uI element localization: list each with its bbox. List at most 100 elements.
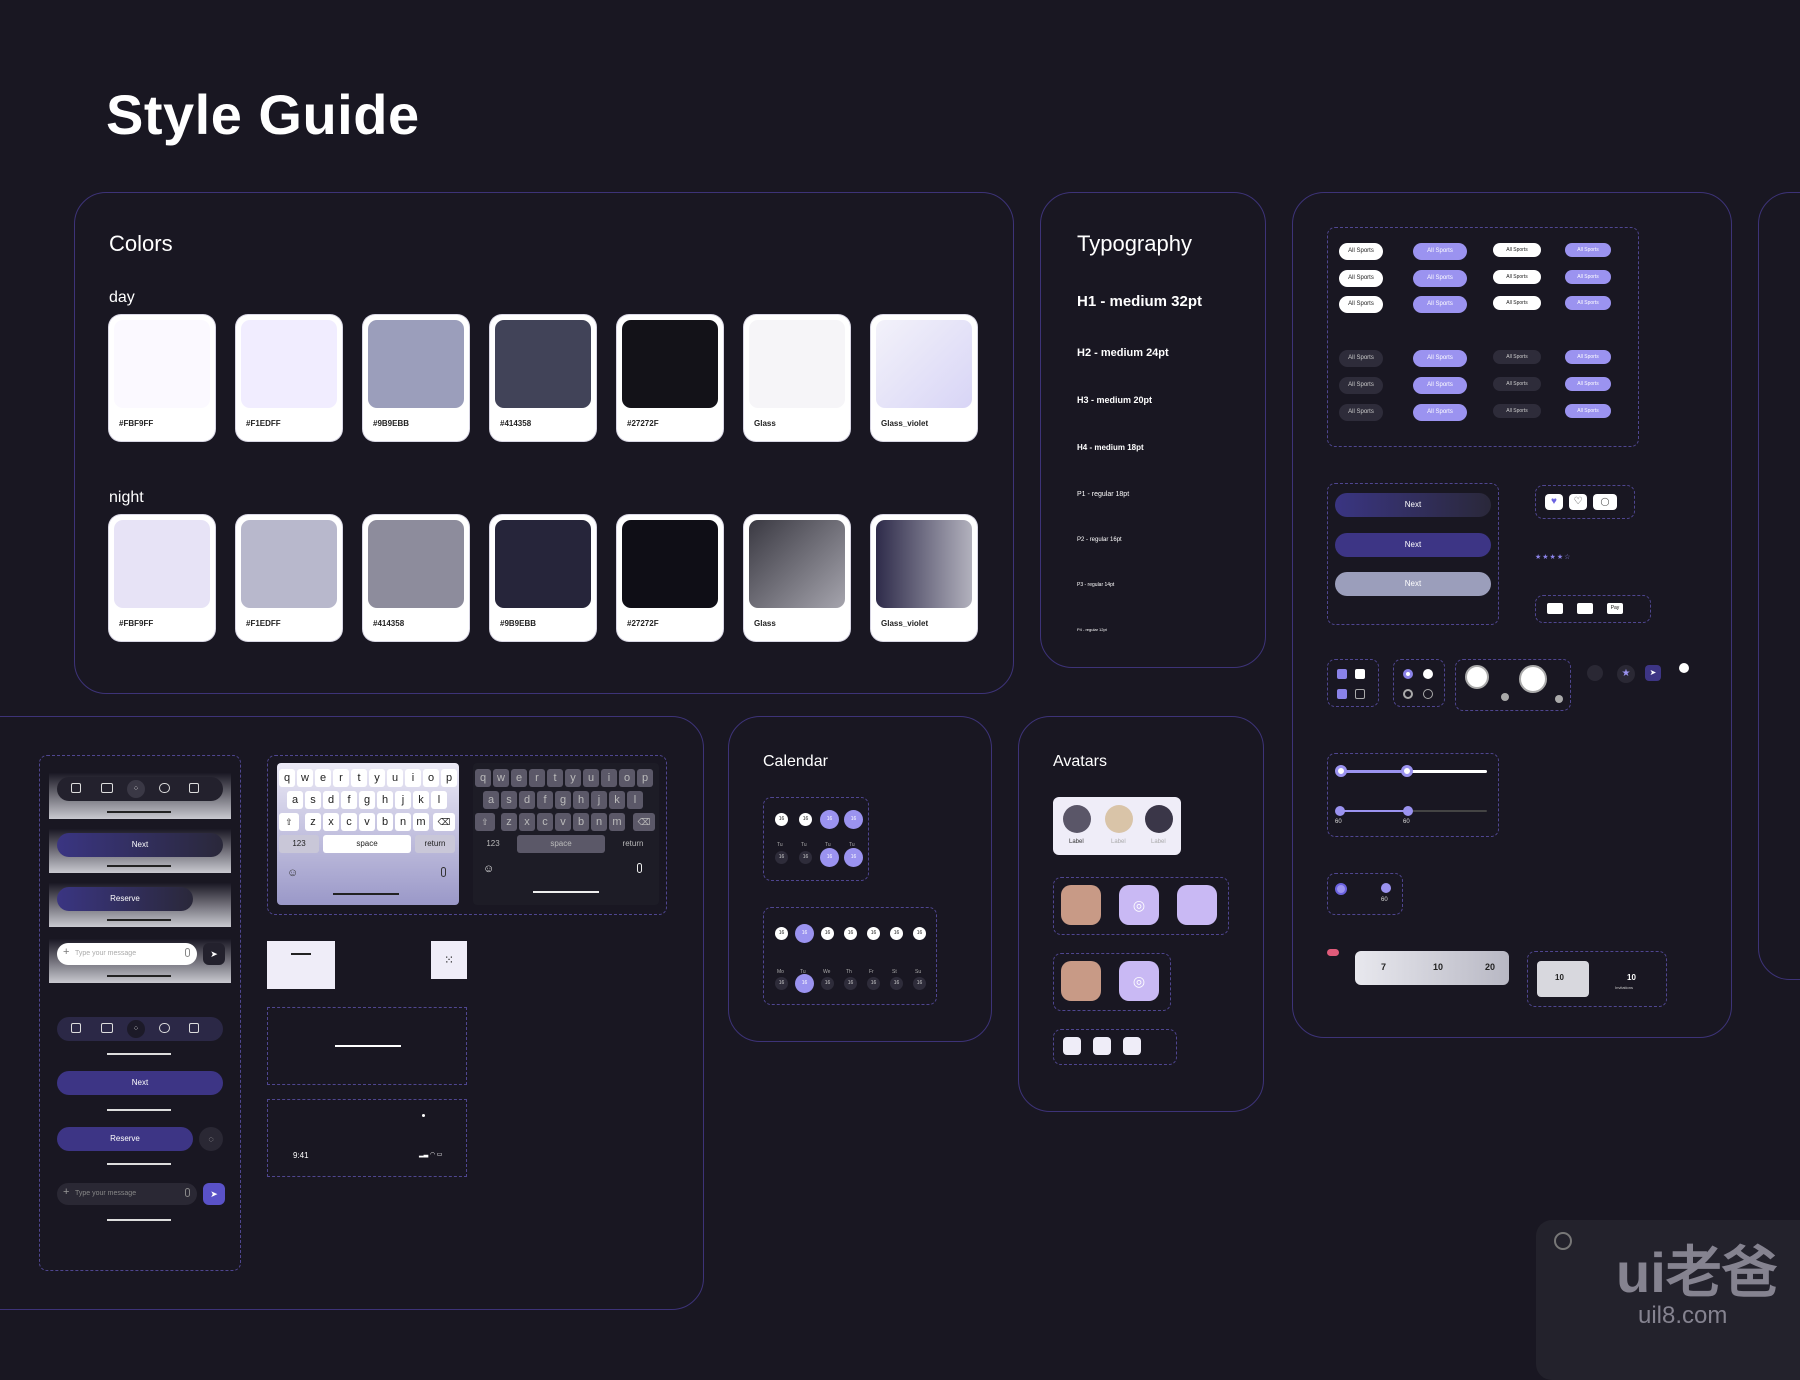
week-day[interactable]: 16: [844, 927, 857, 940]
light-key[interactable]: c: [341, 813, 357, 831]
chip-all-sports[interactable]: All Sports: [1413, 377, 1467, 394]
week-day[interactable]: 16: [867, 927, 880, 940]
next-button-night[interactable]: Next: [57, 1071, 223, 1095]
chip-all-sports[interactable]: All Sports: [1413, 296, 1467, 313]
dark-key[interactable]: t: [547, 769, 563, 787]
light-key[interactable]: a: [287, 791, 303, 809]
return-key[interactable]: return: [415, 835, 455, 853]
chip-all-sports[interactable]: All Sports: [1413, 350, 1467, 367]
dark-key[interactable]: p: [637, 769, 653, 787]
mic-icon-night[interactable]: [185, 1188, 190, 1197]
chat-tab-icon[interactable]: [159, 783, 170, 793]
light-key[interactable]: f: [341, 791, 357, 809]
week-day[interactable]: 16: [775, 927, 788, 940]
plus-icon[interactable]: +: [63, 946, 69, 958]
chip-all-sports[interactable]: All Sports: [1565, 270, 1611, 284]
checkbox-unchecked[interactable]: [1355, 669, 1365, 679]
checkbox-checked[interactable]: [1337, 669, 1347, 679]
chip-all-sports[interactable]: All Sports: [1493, 350, 1541, 364]
chip-all-sports[interactable]: All Sports: [1339, 377, 1383, 394]
chip-all-sports[interactable]: All Sports: [1565, 243, 1611, 257]
shift-key-dark[interactable]: ⇧: [475, 813, 495, 831]
avatar-2[interactable]: [1105, 805, 1133, 833]
dark-key[interactable]: j: [591, 791, 607, 809]
calendar-tab-icon[interactable]: [71, 783, 81, 793]
week-day-night[interactable]: 16: [867, 977, 880, 990]
mic-key-icon[interactable]: [441, 867, 446, 877]
calendar-day[interactable]: 16: [799, 813, 812, 826]
next-button-2[interactable]: Next: [1335, 533, 1491, 557]
profile-tab-icon-night[interactable]: [189, 1023, 199, 1033]
heart-outline-icon[interactable]: ♡: [1569, 494, 1587, 510]
delete-key[interactable]: ⌫: [433, 813, 455, 831]
num-key-dark[interactable]: 123: [475, 835, 511, 853]
avatar-icon-badge[interactable]: ◎: [1119, 961, 1159, 1001]
chip-all-sports[interactable]: All Sports: [1339, 243, 1383, 260]
emoji-icon[interactable]: ☺: [287, 867, 298, 879]
week-day[interactable]: 16: [890, 927, 903, 940]
send-button-night[interactable]: ➤: [203, 1183, 225, 1205]
next-button-3[interactable]: Next: [1335, 572, 1491, 596]
chat-tab-icon-night[interactable]: [159, 1023, 170, 1033]
mic-icon[interactable]: [185, 948, 190, 957]
calendar-tab-icon-night[interactable]: [71, 1023, 81, 1033]
chip-all-sports[interactable]: All Sports: [1339, 350, 1383, 367]
space-key-dark[interactable]: space: [517, 835, 605, 853]
radio-white[interactable]: [1423, 669, 1433, 679]
dark-key[interactable]: y: [565, 769, 581, 787]
dark-key[interactable]: s: [501, 791, 517, 809]
reserve-button-night[interactable]: Reserve: [57, 1127, 193, 1151]
dark-key[interactable]: r: [529, 769, 545, 787]
light-key[interactable]: u: [387, 769, 403, 787]
chip-all-sports[interactable]: All Sports: [1493, 296, 1541, 310]
dark-key[interactable]: q: [475, 769, 491, 787]
dark-key[interactable]: m: [609, 813, 625, 831]
week-day[interactable]: 16: [798, 927, 811, 940]
calendar-day-night[interactable]: 16: [823, 851, 836, 864]
list-tab-icon[interactable]: [101, 783, 113, 793]
dark-key[interactable]: f: [537, 791, 553, 809]
dark-key[interactable]: x: [519, 813, 535, 831]
avatar-photo-badge[interactable]: [1061, 961, 1101, 1001]
chip-all-sports[interactable]: All Sports: [1413, 243, 1467, 260]
space-key[interactable]: space: [323, 835, 411, 853]
list-tab-icon-night[interactable]: [101, 1023, 113, 1033]
radio-selected[interactable]: [1403, 669, 1413, 679]
avatar-small-1[interactable]: [1063, 1037, 1081, 1055]
slider-thumb-2b[interactable]: [1403, 806, 1413, 816]
light-key[interactable]: v: [359, 813, 375, 831]
light-key[interactable]: d: [323, 791, 339, 809]
dark-key[interactable]: a: [483, 791, 499, 809]
chip-all-sports[interactable]: All Sports: [1565, 377, 1611, 391]
dark-key[interactable]: w: [493, 769, 509, 787]
chip-all-sports[interactable]: All Sports: [1413, 404, 1467, 421]
chat-button-night[interactable]: ◌: [199, 1127, 223, 1151]
dark-key[interactable]: z: [501, 813, 517, 831]
calendar-day[interactable]: 16: [823, 813, 836, 826]
avatar-1[interactable]: [1063, 805, 1091, 833]
calendar-day-night[interactable]: 16: [799, 851, 812, 864]
dark-key[interactable]: e: [511, 769, 527, 787]
avatar-3[interactable]: [1145, 805, 1173, 833]
checkbox-checked-2[interactable]: [1337, 689, 1347, 699]
chip-all-sports[interactable]: All Sports: [1493, 377, 1541, 391]
next-button-1[interactable]: Next: [1335, 493, 1491, 517]
light-key[interactable]: k: [413, 791, 429, 809]
light-key[interactable]: b: [377, 813, 393, 831]
dark-key[interactable]: c: [537, 813, 553, 831]
next-button-mobile[interactable]: Next: [57, 833, 223, 857]
week-day-night[interactable]: 16: [775, 977, 788, 990]
light-key[interactable]: t: [351, 769, 367, 787]
checkbox-empty-2[interactable]: [1355, 689, 1365, 699]
chip-all-sports[interactable]: All Sports: [1493, 270, 1541, 284]
chip-all-sports[interactable]: All Sports: [1493, 404, 1541, 418]
send-button-day[interactable]: ➤: [203, 943, 225, 965]
week-day-night[interactable]: 16: [798, 977, 811, 990]
send-icon[interactable]: ➤: [1645, 665, 1661, 681]
calendar-day[interactable]: 16: [775, 813, 788, 826]
light-key[interactable]: o: [423, 769, 439, 787]
grid-tab-icon[interactable]: ⁘: [127, 780, 145, 798]
light-key[interactable]: m: [413, 813, 429, 831]
dark-key[interactable]: b: [573, 813, 589, 831]
slider-thumb-2a[interactable]: [1335, 806, 1345, 816]
